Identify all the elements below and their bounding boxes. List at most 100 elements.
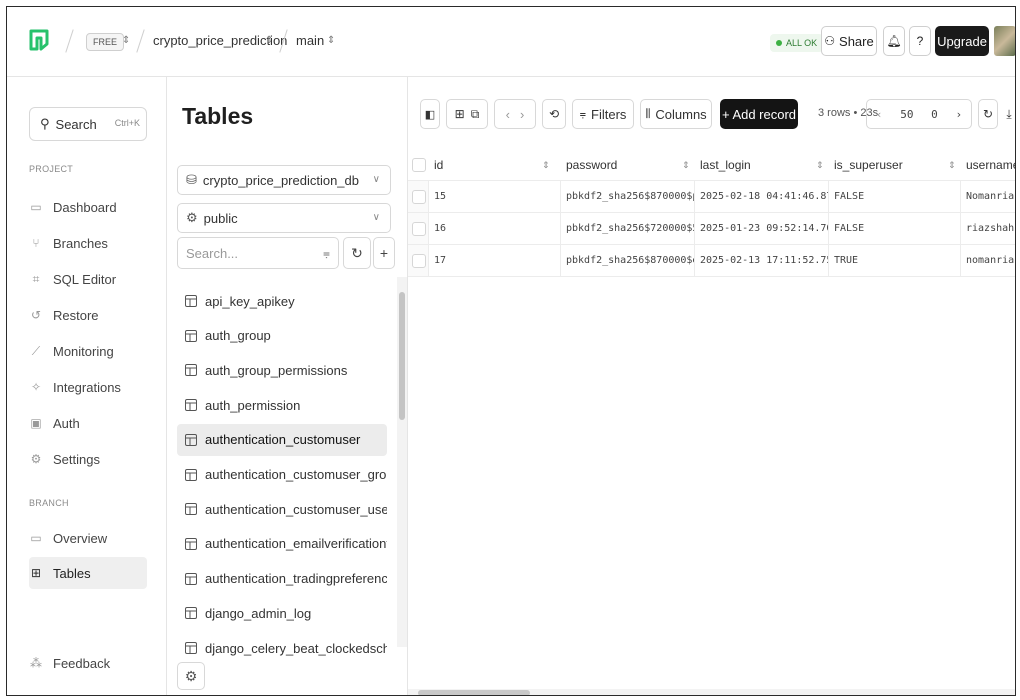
password-column-cell[interactable]: pbkdf2_sha256$720000$5… (566, 213, 694, 245)
status-badge[interactable]: ALL OK (770, 34, 824, 52)
table-row[interactable]: 17 pbkdf2_sha256$870000$e… 2025-02-13 17:1… (408, 245, 1015, 277)
nav-item-monitoring[interactable]: ⟋ Monitoring (29, 335, 147, 367)
select-all-checkbox[interactable] (412, 158, 426, 172)
row-checkbox[interactable] (412, 222, 426, 236)
nav-item-branches[interactable]: ⑂ Branches (29, 227, 147, 259)
schema-icon: ⚙ (186, 210, 198, 225)
chevron-right-icon[interactable]: › (956, 108, 963, 121)
database-select[interactable]: ⛁ crypto_price_prediction_db ∨ (177, 165, 391, 195)
history-button[interactable]: ⟲ (542, 99, 566, 129)
offset-value[interactable]: 0 (931, 108, 938, 121)
last-login-column-cell[interactable]: 2025-02-13 17:11:52.75… (700, 245, 828, 277)
last-login-column-cell[interactable]: 2025-01-23 09:52:14.70… (700, 213, 828, 245)
username-column-cell[interactable]: riazshahid71 (966, 213, 1015, 245)
table-search-input[interactable]: Search... ⩦ (177, 237, 339, 269)
last-login-column-header[interactable]: last_login (700, 149, 828, 181)
filter-icon[interactable]: ⩦ (323, 246, 330, 261)
row-checkbox[interactable] (412, 254, 426, 268)
is-superuser-column-header[interactable]: is_superuser (834, 149, 960, 181)
page-size-value[interactable]: 50 (900, 108, 913, 121)
neon-logo-icon[interactable] (29, 29, 49, 51)
id-column-cell[interactable]: 15 (434, 181, 554, 213)
table-list-item[interactable]: authentication_customuser_groups (177, 459, 387, 491)
chevron-left-icon[interactable]: ‹ (506, 107, 510, 122)
export-button[interactable]: ⤓ (1002, 99, 1015, 129)
table-list-item[interactable]: django_celery_beat_clockedsche... (177, 632, 387, 664)
table-name: auth_permission (205, 397, 301, 413)
filters-button[interactable]: ⩦ Filters (572, 99, 634, 129)
schema-settings-button[interactable]: ⚙ (177, 662, 205, 690)
grid-view-icon[interactable]: ⊞ (455, 107, 465, 121)
password-column-header[interactable]: password (566, 149, 694, 181)
nav-item-sql-editor[interactable]: ⌗ SQL Editor (29, 263, 147, 295)
nav-item-tables[interactable]: ⊞ Tables (29, 557, 147, 589)
sort-icon[interactable]: ⇕ (682, 160, 690, 171)
view-mode-toggle[interactable]: ⊞ ⧉ (446, 99, 488, 129)
table-list-item[interactable]: api_key_apikey (177, 285, 387, 317)
username-column-header[interactable]: username (966, 149, 1015, 181)
feedback-button[interactable]: ⁂ Feedback (29, 647, 147, 679)
password-column-cell[interactable]: pbkdf2_sha256$870000$e… (566, 245, 694, 277)
chevron-left-icon[interactable]: ‹ (876, 108, 883, 121)
is-superuser-column-cell[interactable]: FALSE (834, 181, 960, 213)
project-section-label: PROJECT (29, 164, 74, 174)
download-icon: ⤓ (1006, 106, 1012, 121)
table-row[interactable]: 16 pbkdf2_sha256$720000$5… 2025-01-23 09:5… (408, 213, 1015, 245)
row-nav-buttons[interactable]: ‹ › (494, 99, 536, 129)
table-list-item[interactable]: django_admin_log (177, 597, 387, 629)
chevron-updown-icon[interactable]: ⇕ (122, 35, 130, 46)
table-header-row: id ⇕ password ⇕ last_login ⇕ is_superuser ⇕ user… (408, 149, 1015, 181)
nav-item-integrations[interactable]: ✧ Integrations (29, 371, 147, 403)
username-column-cell[interactable]: nomanriaz (966, 245, 1015, 277)
chevron-right-icon[interactable]: › (520, 107, 524, 122)
username-column-cell[interactable]: Nomanriaz (966, 181, 1015, 213)
pagination-control[interactable]: ‹ 50 0 › (866, 99, 972, 129)
add-record-button[interactable]: + Add record (720, 99, 798, 129)
filters-label: Filters (591, 106, 627, 122)
table-list-item[interactable]: auth_group_permissions (177, 354, 387, 386)
avatar[interactable] (994, 26, 1015, 56)
refresh-button[interactable]: ↻ (343, 237, 371, 269)
sort-icon[interactable]: ⇕ (948, 160, 956, 171)
notifications-button[interactable]: 🔔︎ (883, 26, 905, 56)
table-list-item[interactable]: authentication_tradingpreferences (177, 563, 387, 595)
chevron-updown-icon[interactable]: ⇕ (327, 35, 335, 46)
sort-icon[interactable]: ⇕ (816, 160, 824, 171)
last-login-column-cell[interactable]: 2025-02-18 04:41:46.87… (700, 181, 828, 213)
horizontal-scroll-thumb[interactable] (418, 690, 530, 695)
refresh-data-button[interactable]: ↻ (978, 99, 998, 129)
upgrade-button[interactable]: Upgrade (935, 26, 989, 56)
id-column-header[interactable]: id (434, 149, 554, 181)
schema-select[interactable]: ⚙ public ∨ (177, 203, 391, 233)
table-row[interactable]: 15 pbkdf2_sha256$870000$p… 2025-02-18 04:4… (408, 181, 1015, 213)
nav-item-overview[interactable]: ▭ Overview (29, 522, 147, 554)
chevron-updown-icon[interactable]: ⇕ (265, 35, 273, 46)
id-column-cell[interactable]: 17 (434, 245, 554, 277)
table-list-scroll-thumb[interactable] (399, 292, 405, 420)
is-superuser-column-cell[interactable]: FALSE (834, 213, 960, 245)
add-table-button[interactable]: + (373, 237, 395, 269)
table-list-item[interactable]: authentication_customuser_user... (177, 493, 387, 525)
branch-selector[interactable]: main (296, 33, 324, 48)
row-checkbox[interactable] (412, 190, 426, 204)
table-icon (185, 503, 197, 516)
nav-item-settings[interactable]: ⚙ Settings (29, 443, 147, 475)
table-list-item[interactable]: authentication_emailverificationt... (177, 528, 387, 560)
table-list-item[interactable]: auth_group (177, 320, 387, 352)
nav-item-dashboard[interactable]: ▭ Dashboard (29, 191, 147, 223)
schema-view-icon[interactable]: ⧉ (471, 107, 480, 122)
toggle-sidebar-button[interactable]: ◧ (420, 99, 440, 129)
share-button[interactable]: ⚇ Share (821, 26, 877, 56)
id-column-cell[interactable]: 16 (434, 213, 554, 245)
nav-item-restore[interactable]: ↺ Restore (29, 299, 147, 331)
columns-button[interactable]: ⫼ Columns (640, 99, 712, 129)
search-button[interactable]: ⚲ Search Ctrl+K (29, 107, 147, 141)
sort-icon[interactable]: ⇕ (542, 160, 550, 171)
table-list-item[interactable]: authentication_customuser (177, 423, 387, 456)
help-button[interactable]: ? (909, 26, 931, 56)
top-bar: FREE ⇕ crypto_price_prediction ⇕ main ⇕ … (7, 7, 1015, 77)
nav-item-auth[interactable]: ▣ Auth (29, 407, 147, 439)
table-list-item[interactable]: auth_permission (177, 389, 387, 421)
password-column-cell[interactable]: pbkdf2_sha256$870000$p… (566, 181, 694, 213)
is-superuser-column-cell[interactable]: TRUE (834, 245, 960, 277)
